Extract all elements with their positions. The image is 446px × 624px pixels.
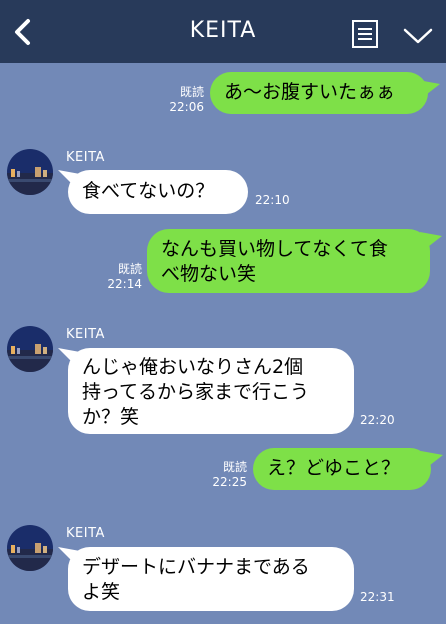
message-text: んじゃ俺おいなりさん2個 (82, 356, 304, 378)
message-bubble[interactable]: 食べてないの？ (68, 170, 248, 214)
message-text: 食べてないの？ (82, 180, 215, 202)
message-time: 22:31 (360, 590, 395, 604)
message-text: べ物ない笑 (161, 263, 257, 285)
message-bubble[interactable]: あ〜お腹すいたぁぁ (210, 72, 428, 114)
message-text: か？笑 (82, 406, 140, 428)
message-text: デザートにバナナまである (82, 556, 310, 578)
sender-name: KEITA (66, 327, 105, 342)
chat-header: KEITA (0, 0, 446, 63)
bubble-tail (421, 451, 443, 469)
read-receipt: 既読 (117, 262, 142, 276)
sender-name: KEITA (66, 526, 105, 541)
message-time: 22:06 (169, 100, 204, 114)
note-icon[interactable] (352, 20, 378, 48)
bubble-tail (420, 232, 442, 250)
message-text: 持ってるから家まで行こう (82, 381, 310, 403)
message-time: 22:14 (107, 277, 142, 291)
message-text: あ〜お腹すいたぁぁ (224, 81, 396, 103)
message-text: よ笑 (82, 581, 121, 603)
message-bubble[interactable]: なんも買い物してなくて食 べ物ない笑 (147, 229, 430, 293)
avatar[interactable] (7, 326, 53, 372)
bubble-tail (418, 80, 440, 98)
message-time: 22:20 (360, 413, 395, 427)
message-bubble[interactable]: デザートにバナナまである よ笑 (68, 547, 354, 611)
message-text: なんも買い物してなくて食 (161, 238, 388, 260)
avatar[interactable] (7, 525, 53, 571)
chevron-down-icon[interactable] (402, 26, 434, 46)
chat-title: KEITA (189, 18, 257, 43)
message-bubble[interactable]: え？どゆこと？ (253, 448, 431, 490)
read-receipt: 既読 (222, 460, 247, 474)
message-time: 22:25 (212, 475, 247, 489)
message-bubble[interactable]: んじゃ俺おいなりさん2個 持ってるから家まで行こう か？笑 (68, 348, 354, 434)
read-receipt: 既読 (179, 85, 204, 99)
message-text: え？どゆこと？ (267, 457, 401, 479)
sender-name: KEITA (66, 150, 105, 165)
avatar[interactable] (7, 149, 53, 195)
message-time: 22:10 (255, 193, 290, 207)
